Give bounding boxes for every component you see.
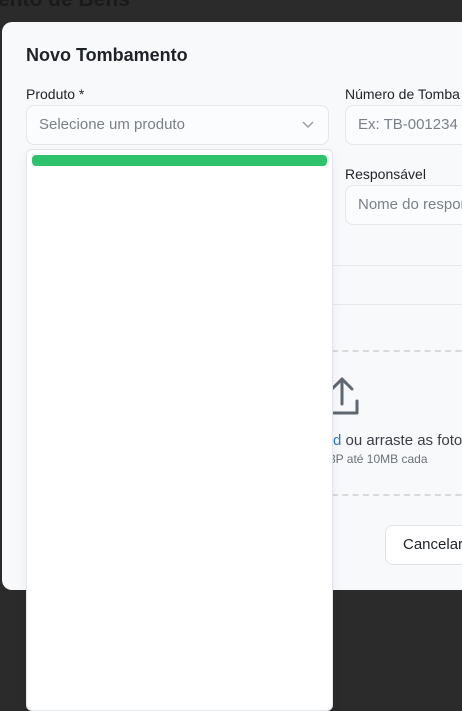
dialog-title: Novo Tombamento (26, 45, 188, 65)
produto-dropdown-menu[interactable] (26, 149, 333, 711)
cancel-button[interactable]: Cancelar (385, 525, 462, 565)
dropzone-instruction: ou arraste as fotos (341, 432, 462, 449)
background-page-title: ento de Bens (0, 0, 130, 12)
numero-tombamento-label: Número de Tomba (345, 86, 460, 102)
dropzone-text: d ou arraste as fotos (333, 432, 462, 449)
responsavel-placeholder: Nome do respor (358, 196, 462, 213)
numero-tombamento-placeholder: Ex: TB-001234 (358, 116, 458, 133)
responsavel-label: Responsável (345, 166, 426, 182)
produto-label: Produto * (26, 86, 85, 102)
produto-select[interactable]: Selecione um produto (26, 105, 329, 145)
loading-progress-bar (32, 155, 327, 166)
dropzone-hint: 3P até 10MB cada (329, 452, 428, 466)
section-divider (332, 265, 462, 266)
responsavel-input[interactable]: Nome do respor (345, 185, 462, 225)
photo-dropzone[interactable] (332, 350, 462, 496)
produto-select-placeholder: Selecione um produto (39, 116, 185, 133)
section-divider (332, 304, 462, 305)
chevron-down-icon (302, 121, 314, 129)
numero-tombamento-input[interactable]: Ex: TB-001234 (345, 105, 462, 145)
